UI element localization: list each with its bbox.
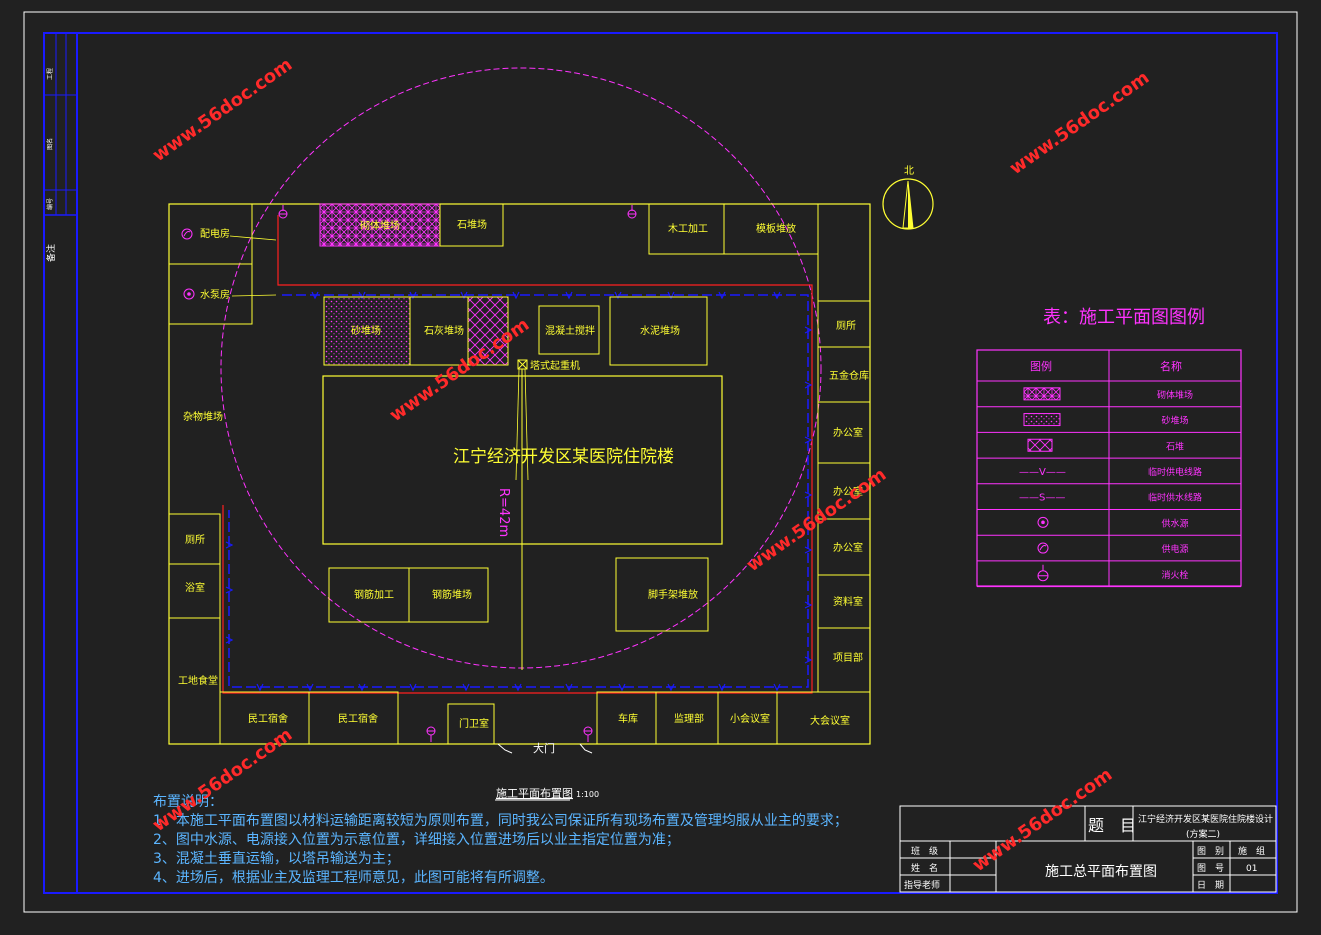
no-value: 01 — [1246, 864, 1257, 874]
pump-room-label: 水泵房 — [200, 288, 230, 301]
cement-yard-label: 水泥堆场 — [640, 324, 680, 337]
legend-symbol-text: ——S—— — [1019, 493, 1065, 504]
notes-list: 1、本施工平面布置图以材料运输距离较短为原则布置，同时我公司保证所有现场布置及管… — [153, 812, 848, 886]
no-label: 图 号 — [1197, 863, 1224, 874]
legend-symbol-1 — [1023, 387, 1061, 401]
scaffold-yard-label: 脚手架堆放 — [648, 588, 698, 601]
legend-name: 供水源 — [1161, 517, 1188, 529]
north-label: 北 — [904, 165, 914, 177]
main-building-label: 江宁经济开发区某医院住院楼 — [453, 447, 674, 467]
watermark-text: www.56doc.com — [743, 464, 890, 576]
hardware-label: 五金仓库 — [829, 369, 869, 382]
garage-label: 车库 — [618, 712, 638, 725]
guard-label: 门卫室 — [459, 717, 489, 730]
gate-label: 大门 — [533, 741, 555, 755]
pipe-markers — [225, 291, 813, 692]
cat-value: 施 组 — [1238, 845, 1265, 857]
legend-name: 石堆 — [1166, 441, 1184, 452]
legend-symbol-8 — [1037, 564, 1049, 582]
legend-symbol-7 — [1037, 542, 1049, 554]
power-source-icon — [181, 228, 193, 240]
temp-water-line — [228, 294, 809, 688]
formwork-yard-label: 模板堆放 — [756, 222, 796, 235]
sundry-yard-label: 杂物堆场 — [183, 410, 223, 423]
office3-label: 办公室 — [833, 541, 863, 554]
date-label: 日 期 — [1197, 880, 1224, 891]
legend-name: 临时供电线路 — [1148, 466, 1202, 478]
crane-radius-circle — [220, 67, 822, 669]
site-plan-drawing: 工程 图名 编号 备注 配电房 水泵房 杂物堆场 厕所 浴室 工地食堂 砌体堆场… — [23, 11, 1298, 913]
rebar-work-label: 钢筋加工 — [354, 588, 394, 601]
masonry-yard-label: 砌体堆场 — [360, 219, 400, 232]
watermark-text: www.56doc.com — [1006, 67, 1153, 179]
stone-yard-label: 石堆场 — [457, 218, 487, 231]
legend-name: 砌体堆场 — [1157, 389, 1193, 401]
sand-yard-label: 砂堆场 — [351, 324, 381, 337]
note-line: 3、混凝土垂直运输，以塔吊输送为主； — [153, 850, 400, 867]
supervision-label: 监理部 — [674, 712, 704, 725]
watermark-text: www.56doc.com — [149, 54, 296, 166]
hydrant-icon — [278, 205, 288, 219]
small-meeting-label: 小会议室 — [730, 712, 770, 725]
title-scheme: (方案二) — [1186, 828, 1220, 840]
power-room-label: 配电房 — [200, 227, 230, 240]
cat-label: 图 别 — [1197, 846, 1224, 857]
plan-scale: 1:100 — [576, 790, 599, 799]
office1-label: 办公室 — [833, 426, 863, 439]
toilet-left-label: 厕所 — [185, 534, 205, 546]
note-line: 4、进场后，根据业主及监理工程师意见，此图可能将有所调整。 — [153, 869, 554, 886]
tutor-label: 指导老师 — [904, 879, 940, 891]
title-topic-label: 题 目 — [1088, 816, 1136, 835]
plan-title: 施工平面布置图 — [496, 787, 573, 800]
side-strip — [43, 32, 78, 216]
side-label-1: 工程 — [46, 68, 54, 80]
legend-head-name: 名称 — [1160, 359, 1182, 373]
rebar-yard-label: 钢筋堆场 — [432, 588, 472, 601]
hydrant-icon — [583, 726, 593, 742]
legend-name: 供电源 — [1161, 543, 1188, 555]
project-dept-label: 项目部 — [833, 651, 863, 664]
bath-label: 浴室 — [185, 581, 205, 594]
note-line: 1、本施工平面布置图以材料运输距离较短为原则布置，同时我公司保证所有现场布置及管… — [153, 812, 848, 829]
legend-symbol-3 — [1027, 438, 1053, 452]
wood-work-label: 木工加工 — [668, 223, 708, 235]
legend-head-icon: 图例 — [1030, 359, 1052, 373]
concrete-mixer-label: 混凝土搅拌 — [545, 324, 595, 337]
legend-symbol-text: ——V—— — [1019, 467, 1066, 478]
legend-symbol-6 — [1037, 516, 1049, 528]
dorm2-label: 民工宿舍 — [338, 712, 378, 725]
side-label-2: 图名 — [46, 138, 54, 150]
drawing-name: 施工总平面布置图 — [1045, 864, 1157, 880]
lime-yard-label: 石灰堆场 — [424, 324, 464, 337]
legend-title: 表：施工平面图图例 — [1043, 307, 1205, 328]
legend-table: 图例 名称 砌体堆场砂堆场石堆 ——V—— 临时供电线路 ——S—— 临时供水线路供水源… — [976, 349, 1242, 588]
toilet-right-label: 厕所 — [836, 320, 856, 332]
hydrant-icon — [426, 726, 436, 742]
archive-label: 资料室 — [833, 595, 863, 608]
side-label-3: 编号 — [46, 198, 54, 210]
name-label: 姓 名 — [911, 862, 938, 874]
title-project: 江宁经济开发区某医院住院楼设计 — [1138, 813, 1273, 825]
class-label: 班 级 — [911, 845, 938, 857]
legend-symbol-2 — [1023, 413, 1061, 427]
canteen-label: 工地食堂 — [178, 674, 218, 687]
legend-name: 临时供水线路 — [1148, 492, 1202, 504]
tower-crane-label: 塔式起重机 — [530, 359, 580, 372]
legend-name: 消火栓 — [1161, 569, 1188, 581]
cad-drawing-viewport: 工程 图名 编号 备注 配电房 水泵房 杂物堆场 厕所 浴室 工地食堂 砌体堆场… — [0, 0, 1321, 935]
title-block: 题 目 江宁经济开发区某医院住院楼设计 (方案二) 班 级 姓 名 指导老师 施… — [899, 805, 1277, 893]
large-meeting-label: 大会议室 — [810, 714, 850, 727]
legend-name: 砂堆场 — [1161, 415, 1188, 427]
hydrant-icon — [627, 205, 637, 219]
note-line: 2、图中水源、电源接入位置为示意位置，详细接入位置进场后以业主指定位置为准； — [153, 831, 680, 848]
side-label-4: 备注 — [45, 244, 57, 262]
dorm1-label: 民工宿舍 — [248, 712, 288, 725]
north-arrow-icon — [882, 178, 934, 230]
crane-radius-label: R=42m — [496, 488, 511, 537]
